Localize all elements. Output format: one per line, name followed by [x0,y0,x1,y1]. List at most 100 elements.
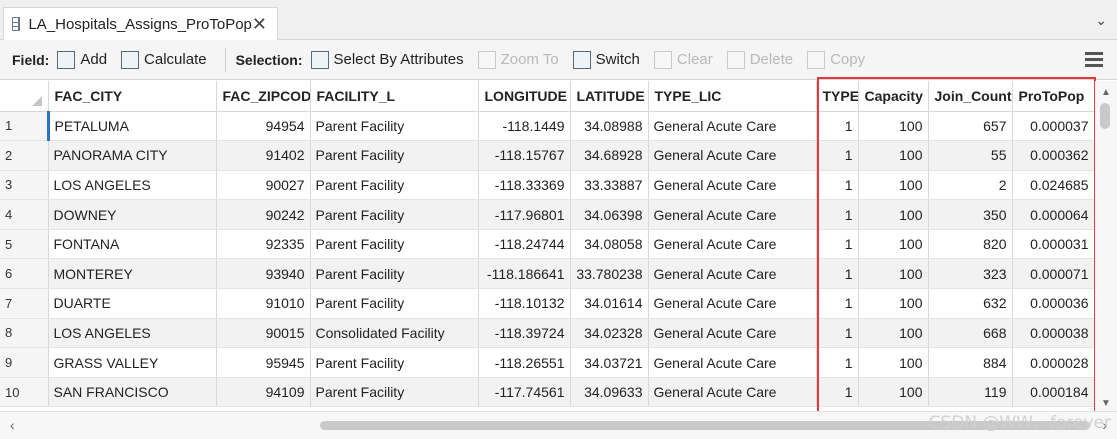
row-number[interactable]: 3 [0,170,49,201]
cell-protopop[interactable]: 0.000071 [1012,258,1094,290]
cell-fac-zipcod[interactable]: 94954 [216,111,311,142]
close-icon[interactable]: ✕ [252,14,267,35]
cell-join-count[interactable]: 884 [928,347,1013,378]
cell-protopop[interactable]: 0.024685 [1012,170,1094,201]
cell-type[interactable]: 1 [816,111,859,142]
column-header[interactable]: LATITUDE [570,81,649,112]
cell-protopop[interactable]: 0.000038 [1012,318,1094,349]
cell-type[interactable]: 1 [816,258,859,290]
table-tab[interactable]: LA_Hospitals_Assigns_ProToPop ✕ [3,7,278,40]
cell-fac-zipcod[interactable]: 90242 [216,199,311,230]
table-row[interactable]: 7 DUARTE 91010 Parent Facility -118.1013… [0,288,1094,319]
cell-type[interactable]: 1 [816,318,859,349]
cell-protopop[interactable]: 0.000031 [1012,229,1094,260]
cell-capacity[interactable]: 100 [858,318,929,349]
cell-type-lic[interactable]: General Acute Care [648,347,817,378]
cell-latitude[interactable]: 33.780238 [570,258,649,290]
table-row[interactable]: 2 PANORAMA CITY 91402 Parent Facility -1… [0,140,1094,171]
cell-capacity[interactable]: 100 [858,347,929,378]
cell-type-lic[interactable]: General Acute Care [648,140,817,171]
cell-type-lic[interactable]: General Acute Care [648,318,817,349]
cell-join-count[interactable]: 350 [928,199,1013,230]
cell-longitude[interactable]: -118.1449 [478,111,571,142]
cell-join-count[interactable]: 657 [928,111,1013,142]
menu-icon[interactable] [1085,51,1103,67]
calculate-field-button[interactable]: Calculate [121,50,207,69]
cell-longitude[interactable]: -118.24744 [478,229,571,260]
cell-type[interactable]: 1 [816,288,859,319]
cell-protopop[interactable]: 0.000028 [1012,347,1094,378]
row-number[interactable]: 10 [0,377,49,408]
cell-facility-l[interactable]: Parent Facility [310,347,479,378]
cell-fac-zipcod[interactable]: 91010 [216,288,311,319]
cell-fac-zipcod[interactable]: 90015 [216,318,311,349]
cell-type[interactable]: 1 [816,140,859,171]
cell-type-lic[interactable]: General Acute Care [648,199,817,230]
cell-latitude[interactable]: 34.06398 [570,199,649,230]
select-by-attributes-button[interactable]: Select By Attributes [310,50,464,69]
table-row[interactable]: 8 LOS ANGELES 90015 Consolidated Facilit… [0,318,1094,349]
cell-capacity[interactable]: 100 [858,258,929,290]
cell-facility-l[interactable]: Parent Facility [310,199,479,230]
cell-type[interactable]: 1 [816,199,859,230]
cell-facility-l[interactable]: Parent Facility [310,111,479,142]
cell-longitude[interactable]: -118.39724 [478,318,571,349]
cell-type-lic[interactable]: General Acute Care [648,170,817,201]
row-number[interactable]: 4 [0,199,49,230]
switch-selection-button[interactable]: Switch [572,50,640,69]
scroll-up-icon[interactable]: ▲ [1101,87,1111,98]
cell-join-count[interactable]: 55 [928,140,1013,171]
cell-type-lic[interactable]: General Acute Care [648,258,817,290]
row-number[interactable]: 6 [0,258,49,290]
cell-join-count[interactable]: 2 [928,170,1013,201]
cell-join-count[interactable]: 820 [928,229,1013,260]
select-all-corner[interactable] [0,81,49,112]
cell-latitude[interactable]: 33.33887 [570,170,649,201]
cell-fac-zipcod[interactable]: 91402 [216,140,311,171]
table-row[interactable]: 4 DOWNEY 90242 Parent Facility -117.9680… [0,199,1094,230]
table-row[interactable]: 3 LOS ANGELES 90027 Parent Facility -118… [0,170,1094,201]
column-header[interactable]: FAC_CITY [48,81,217,112]
cell-capacity[interactable]: 100 [858,288,929,319]
column-header[interactable]: FAC_ZIPCOD [216,81,311,112]
chevron-down-icon[interactable]: ⌄ [1095,12,1107,29]
cell-capacity[interactable]: 100 [858,377,929,408]
cell-capacity[interactable]: 100 [858,229,929,260]
cell-fac-city[interactable]: DUARTE [48,288,217,319]
cell-fac-zipcod[interactable]: 93940 [216,258,311,290]
cell-protopop[interactable]: 0.000362 [1012,140,1094,171]
clear-selection-button[interactable]: Clear [653,50,713,69]
cell-type[interactable]: 1 [816,377,859,408]
cell-fac-city[interactable]: LOS ANGELES [48,318,217,349]
vertical-scrollbar[interactable]: ▲ ▼ [1095,81,1117,411]
cell-join-count[interactable]: 323 [928,258,1013,290]
row-number[interactable]: 8 [0,318,49,349]
cell-fac-city[interactable]: SAN FRANCISCO [48,377,217,408]
table-row[interactable]: 6 MONTEREY 93940 Parent Facility -118.18… [0,258,1094,290]
cell-join-count[interactable]: 119 [928,377,1013,408]
cell-fac-zipcod[interactable]: 95945 [216,347,311,378]
cell-type[interactable]: 1 [816,347,859,378]
row-number[interactable]: 9 [0,347,49,378]
cell-latitude[interactable]: 34.02328 [570,318,649,349]
row-number[interactable]: 2 [0,140,49,171]
copy-button[interactable]: Copy [807,50,865,69]
cell-join-count[interactable]: 632 [928,288,1013,319]
row-number[interactable]: 1 [0,111,50,142]
cell-fac-city[interactable]: MONTEREY [48,258,217,290]
cell-capacity[interactable]: 100 [858,111,929,142]
column-header[interactable]: Join_Count [928,81,1013,112]
cell-facility-l[interactable]: Parent Facility [310,229,479,260]
cell-latitude[interactable]: 34.01614 [570,288,649,319]
cell-type-lic[interactable]: General Acute Care [648,111,817,142]
cell-fac-zipcod[interactable]: 94109 [216,377,311,408]
cell-longitude[interactable]: -118.26551 [478,347,571,378]
cell-latitude[interactable]: 34.68928 [570,140,649,171]
cell-protopop[interactable]: 0.000036 [1012,288,1094,319]
cell-fac-zipcod[interactable]: 92335 [216,229,311,260]
table-row[interactable]: 1 PETALUMA 94954 Parent Facility -118.14… [0,111,1094,142]
cell-facility-l[interactable]: Consolidated Facility [310,318,479,349]
cell-facility-l[interactable]: Parent Facility [310,288,479,319]
cell-type-lic[interactable]: General Acute Care [648,229,817,260]
cell-capacity[interactable]: 100 [858,199,929,230]
